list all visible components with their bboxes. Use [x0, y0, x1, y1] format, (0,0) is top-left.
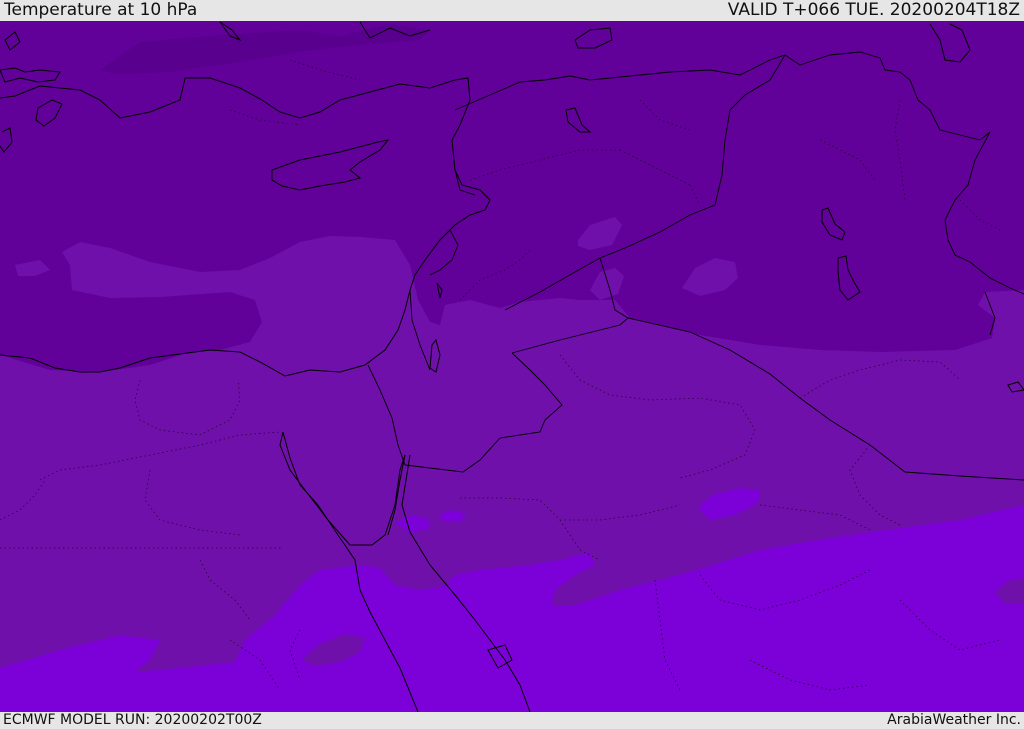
- header-bar: Temperature at 10 hPa VALID T+066 TUE. 2…: [0, 0, 1024, 21]
- footer-bar: ECMWF MODEL RUN: 20200202T00Z ArabiaWeat…: [0, 712, 1024, 729]
- temperature-map[interactable]: [0, 21, 1024, 712]
- credit-label: ArabiaWeather Inc.: [887, 712, 1021, 728]
- valid-time: VALID T+066 TUE. 20200204T18Z: [727, 0, 1020, 20]
- map-title: Temperature at 10 hPa: [4, 0, 198, 20]
- model-run: ECMWF MODEL RUN: 20200202T00Z: [3, 712, 262, 728]
- map-canvas: [0, 21, 1024, 712]
